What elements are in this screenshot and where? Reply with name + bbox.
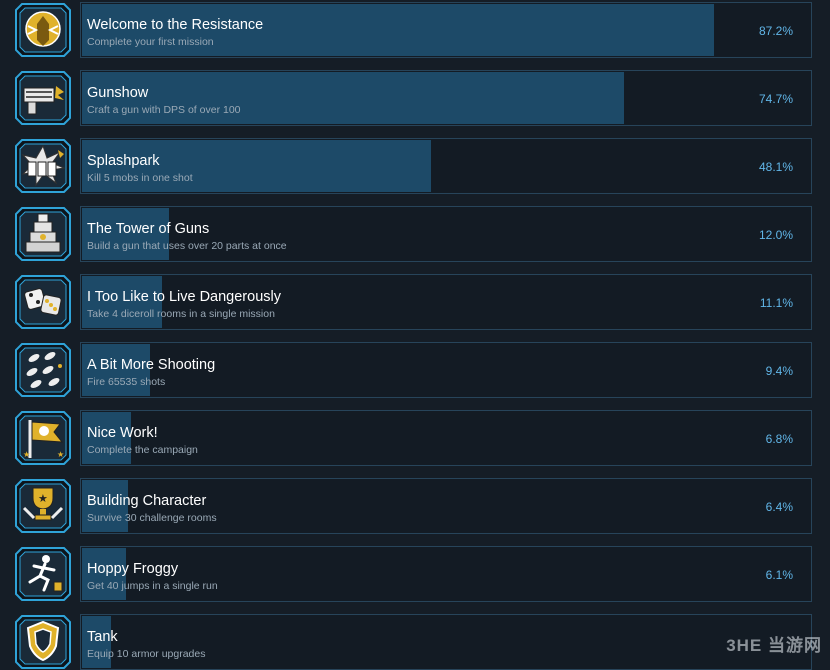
achievement-percent: 74.7% <box>758 92 793 106</box>
svg-text:★: ★ <box>57 450 64 459</box>
armor-shield-icon <box>14 614 72 670</box>
achievement-card: Welcome to the Resistance Complete your … <box>80 2 812 58</box>
achievement-percent: 12.0% <box>758 228 793 242</box>
achievement-row[interactable]: I Too Like to Live Dangerously Take 4 di… <box>0 274 830 330</box>
trophy-icon: ★ <box>14 478 72 534</box>
achievement-percent: 6.8% <box>765 432 793 446</box>
achievement-description: Craft a gun with DPS of over 100 <box>87 104 241 116</box>
achievement-card: Gunshow Craft a gun with DPS of over 100… <box>80 70 812 126</box>
achievement-percent: 87.2% <box>758 24 793 38</box>
achievement-title: Hoppy Froggy <box>87 561 179 577</box>
site-watermark: 3HE 当游网 <box>726 636 822 655</box>
winged-emblem-icon <box>14 2 72 58</box>
completion-bar <box>82 72 624 124</box>
achievement-card: The Tower of Guns Build a gun that uses … <box>80 206 812 262</box>
achievement-card: Splashpark Kill 5 mobs in one shot 48.1% <box>80 138 812 194</box>
achievement-row[interactable]: Tank Equip 10 armor upgrades <box>0 614 830 670</box>
achievement-title: Gunshow <box>87 85 149 101</box>
achievement-description: Survive 30 challenge rooms <box>87 512 217 524</box>
achievement-row[interactable]: Welcome to the Resistance Complete your … <box>0 2 830 58</box>
achievement-title: The Tower of Guns <box>87 221 210 237</box>
achievement-card: A Bit More Shooting Fire 65535 shots 9.4… <box>80 342 812 398</box>
achievement-description: Build a gun that uses over 20 parts at o… <box>87 240 287 252</box>
achievement-description: Complete the campaign <box>87 444 198 456</box>
achievement-percent: 6.4% <box>765 500 793 514</box>
gun-icon <box>14 70 72 126</box>
achievement-card: Nice Work! Complete the campaign 6.8% <box>80 410 812 466</box>
achievement-title: Welcome to the Resistance <box>87 17 264 33</box>
bullets-icon <box>14 342 72 398</box>
achievement-description: Kill 5 mobs in one shot <box>87 172 193 184</box>
achievement-title: A Bit More Shooting <box>87 357 216 373</box>
achievement-row[interactable]: A Bit More Shooting Fire 65535 shots 9.4… <box>0 342 830 398</box>
achievement-card: Tank Equip 10 armor upgrades <box>80 614 812 670</box>
achievement-description: Take 4 diceroll rooms in a single missio… <box>87 308 275 320</box>
achievement-percent: 11.1% <box>759 296 793 310</box>
flag-icon: ★ ★ <box>14 410 72 466</box>
achievement-description: Get 40 jumps in a single run <box>87 580 218 592</box>
achievement-title: Tank <box>87 629 118 645</box>
dice-icon <box>14 274 72 330</box>
achievement-row[interactable]: ★ ★ Nice Work! Complete the campaign 6.8… <box>0 410 830 466</box>
achievement-percent: 48.1% <box>758 160 793 174</box>
achievement-description: Fire 65535 shots <box>87 376 166 388</box>
achievement-description: Complete your first mission <box>87 36 214 48</box>
achievement-row[interactable]: Hoppy Froggy Get 40 jumps in a single ru… <box>0 546 830 602</box>
achievement-row[interactable]: Gunshow Craft a gun with DPS of over 100… <box>0 70 830 126</box>
achievement-percent: 6.1% <box>765 568 793 582</box>
achievement-row[interactable]: ★ Building Character Survive 30 challeng… <box>0 478 830 534</box>
achievement-card: I Too Like to Live Dangerously Take 4 di… <box>80 274 812 330</box>
achievement-title: I Too Like to Live Dangerously <box>87 289 281 305</box>
achievement-card: Building Character Survive 30 challenge … <box>80 478 812 534</box>
achievement-title: Nice Work! <box>87 425 158 441</box>
achievement-title: Building Character <box>87 493 207 509</box>
svg-text:★: ★ <box>23 450 30 459</box>
gun-tower-icon <box>14 206 72 262</box>
svg-text:★: ★ <box>38 493 48 505</box>
achievement-percent: 9.4% <box>765 364 793 378</box>
achievement-row[interactable]: Splashpark Kill 5 mobs in one shot 48.1% <box>0 138 830 194</box>
explosion-icon <box>14 138 72 194</box>
achievement-row[interactable]: The Tower of Guns Build a gun that uses … <box>0 206 830 262</box>
achievement-description: Equip 10 armor upgrades <box>87 648 206 660</box>
jumping-figure-icon <box>14 546 72 602</box>
achievement-title: Splashpark <box>87 153 160 169</box>
achievement-card: Hoppy Froggy Get 40 jumps in a single ru… <box>80 546 812 602</box>
